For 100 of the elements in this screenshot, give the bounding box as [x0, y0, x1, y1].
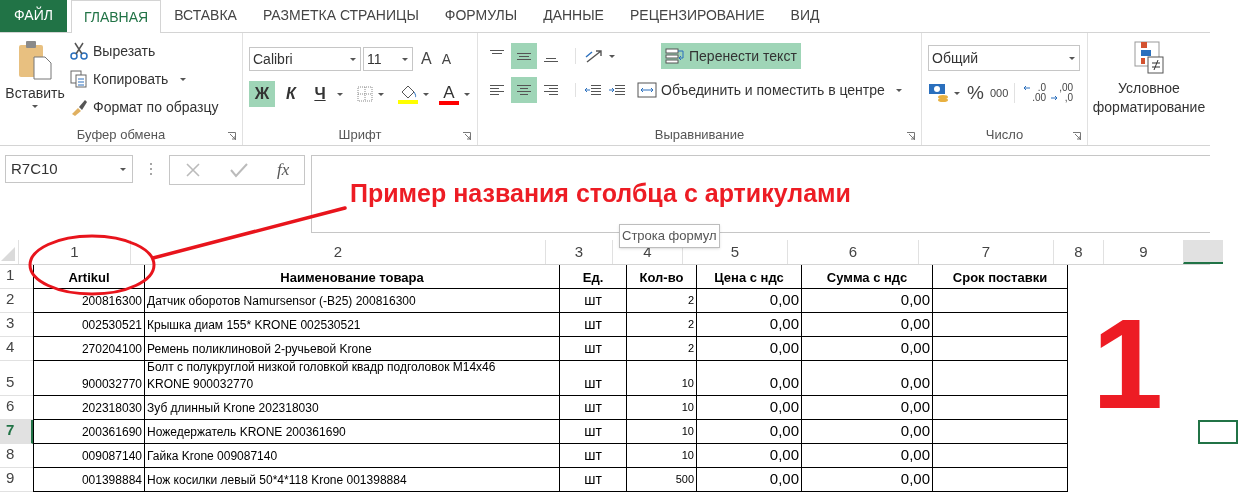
- table-cell: шт: [560, 361, 627, 396]
- decrease-decimal-button[interactable]: ,00 ,0: [1050, 83, 1074, 104]
- font-color-button[interactable]: A: [439, 83, 471, 105]
- ribbon-tab[interactable]: ВИД: [777, 0, 833, 32]
- grow-font-button[interactable]: A: [421, 47, 432, 71]
- clipboard-icon[interactable]: [17, 39, 53, 81]
- caret-icon[interactable]: [1068, 55, 1076, 61]
- caret-icon[interactable]: [401, 56, 409, 62]
- column-header[interactable]: 7: [918, 240, 1053, 264]
- selected-cell[interactable]: [1198, 420, 1238, 444]
- slanted-arrow-icon[interactable]: [584, 48, 604, 64]
- caret-icon[interactable]: [179, 76, 188, 82]
- table-cell: 0,00: [697, 420, 802, 444]
- money-coins-icon[interactable]: [928, 82, 950, 105]
- caret-icon[interactable]: [336, 91, 344, 97]
- row-header[interactable]: 2: [0, 289, 33, 313]
- table-cell: Болт с полукруглой низкой головкой квадр подголовок М14х46 KRONE 900032770: [145, 361, 560, 396]
- name-box[interactable]: R7C10: [5, 155, 133, 183]
- wrap-text-button[interactable]: Перенести текст: [661, 43, 801, 69]
- caret-icon[interactable]: [377, 91, 385, 97]
- row-header[interactable]: 1: [0, 265, 33, 289]
- format-painter-button[interactable]: Формат по образцу: [70, 95, 219, 119]
- paste-button[interactable]: Вставить: [0, 33, 70, 125]
- caret-icon[interactable]: [463, 91, 471, 97]
- column-header[interactable]: 8: [1053, 240, 1103, 264]
- underline-button[interactable]: Ч: [307, 81, 333, 107]
- table-cell: 0,00: [697, 468, 802, 492]
- table-cell: Ремень поликлиновой 2-ручьевой Krone: [145, 337, 560, 361]
- column-header[interactable]: 2: [130, 240, 545, 264]
- font-name-field[interactable]: Calibri: [249, 47, 361, 71]
- align-lines-icon[interactable]: [543, 83, 559, 97]
- row-header[interactable]: 5: [0, 361, 33, 396]
- conditional-formatting-button[interactable]: Условное форматирование: [1088, 33, 1210, 125]
- ribbon-tab[interactable]: РЕЦЕНЗИРОВАНИЕ: [616, 0, 778, 32]
- increase-decimal-button[interactable]: .0 .00: [1023, 83, 1047, 104]
- dialog-launcher-icon[interactable]: [228, 132, 236, 140]
- caret-icon[interactable]: [349, 56, 357, 62]
- ribbon-tab[interactable]: РАЗМЕТКА СТРАНИЦЫ: [249, 0, 432, 32]
- table-not-equal-icon[interactable]: [1134, 41, 1164, 75]
- table-cell: 0,00: [802, 396, 933, 420]
- font-size-field[interactable]: 11: [363, 47, 413, 71]
- marker-number: 1: [1092, 300, 1164, 428]
- copy-button[interactable]: Копировать: [70, 67, 219, 91]
- fill-color-button[interactable]: [398, 84, 430, 104]
- table-cell: 0,00: [802, 289, 933, 313]
- dialog-launcher-icon[interactable]: [1073, 132, 1081, 140]
- italic-button[interactable]: К: [278, 81, 304, 107]
- table-cell: 0,00: [802, 361, 933, 396]
- paint-bucket-icon[interactable]: [398, 84, 418, 104]
- table-cell: 0,00: [697, 337, 802, 361]
- brush-icon[interactable]: [70, 98, 88, 116]
- row-header[interactable]: 4: [0, 337, 33, 361]
- number-format-field[interactable]: Общий: [928, 45, 1080, 71]
- table-cell: 2: [627, 337, 697, 361]
- cut-button[interactable]: Вырезать: [70, 39, 219, 63]
- increase-indent-icon[interactable]: [608, 83, 626, 97]
- currency-button[interactable]: [928, 82, 961, 105]
- check-icon[interactable]: [229, 162, 248, 178]
- align-button[interactable]: [511, 43, 537, 69]
- caret-icon[interactable]: [953, 90, 961, 96]
- table-cell: 0,00: [697, 361, 802, 396]
- table-cell: Кол-во: [627, 265, 697, 289]
- wrap-text-icon[interactable]: [665, 48, 685, 64]
- ribbon-tab[interactable]: ФОРМУЛЫ: [431, 0, 531, 32]
- file-tab[interactable]: ФАЙЛ: [0, 0, 67, 32]
- ribbon-tab[interactable]: ВСТАВКА: [161, 0, 250, 32]
- caret-icon[interactable]: [31, 104, 39, 109]
- caret-icon[interactable]: [119, 166, 127, 172]
- caret-icon[interactable]: [422, 91, 430, 97]
- column-header[interactable]: 6: [787, 240, 918, 264]
- decrease-indent-icon[interactable]: [584, 83, 602, 97]
- copy-icon[interactable]: [70, 70, 88, 88]
- row-header[interactable]: 3: [0, 313, 33, 337]
- dialog-launcher-icon[interactable]: [907, 132, 915, 140]
- percent-button[interactable]: %: [967, 79, 984, 108]
- shrink-font-button[interactable]: A: [441, 48, 451, 70]
- column-header[interactable]: 1: [18, 240, 130, 264]
- table-cell: Датчик оборотов Namursensor (-B25) 200816300: [145, 289, 560, 313]
- align-lines-icon[interactable]: [516, 83, 532, 97]
- bold-button[interactable]: Ж: [249, 81, 275, 107]
- align-lines-icon[interactable]: [489, 83, 505, 97]
- merge-center-button[interactable]: Объединить и поместить в центре: [633, 77, 907, 103]
- ribbon-tab[interactable]: ДАННЫЕ: [530, 0, 617, 32]
- column-header[interactable]: [1183, 240, 1223, 264]
- caret-icon[interactable]: [894, 87, 903, 93]
- align-button[interactable]: [511, 77, 537, 103]
- formula-input[interactable]: [311, 155, 1210, 233]
- row-header[interactable]: 9: [0, 468, 33, 492]
- thousands-button[interactable]: 000: [989, 85, 1009, 102]
- insert-function-button[interactable]: fx: [277, 157, 290, 183]
- dialog-launcher-icon[interactable]: [463, 132, 471, 140]
- row-header[interactable]: 7: [0, 420, 33, 444]
- table-cell: 009087140: [33, 444, 145, 468]
- column-header[interactable]: 3: [545, 240, 612, 264]
- caret-icon[interactable]: [608, 53, 616, 59]
- merge-cells-icon[interactable]: [637, 82, 657, 98]
- ribbon-tab[interactable]: ГЛАВНАЯ: [70, 0, 162, 33]
- orientation-button[interactable]: [575, 48, 616, 64]
- scissors-icon[interactable]: [70, 42, 88, 60]
- row-header[interactable]: 8: [0, 444, 33, 468]
